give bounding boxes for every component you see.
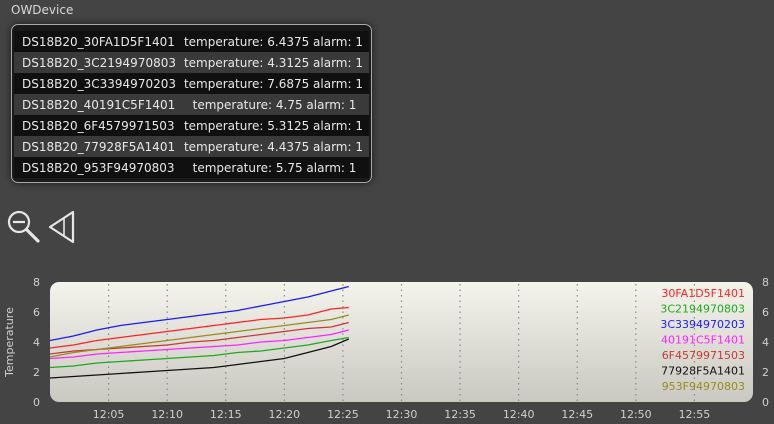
y2-tick-label: 8 — [762, 276, 769, 289]
x-tick-label: 12:05 — [93, 408, 125, 421]
temperature-chart[interactable]: 12:05 12:10 12:15 12:20 12:25 12:30 12:35 12:40… — [0, 270, 774, 424]
chart-svg[interactable]: 12:05 12:10 12:15 12:20 12:25 12:30 12:35 12:40… — [0, 270, 774, 424]
device-row[interactable]: DS18B20_3C2194970803 temperature: 4.3125… — [14, 52, 369, 73]
x-tick-label: 12:55 — [679, 408, 711, 421]
x-tick-label: 12:25 — [327, 408, 359, 421]
device-row[interactable]: DS18B20_953F94970803 temperature: 5.75 a… — [14, 157, 369, 178]
device-row[interactable]: DS18B20_40191C5F1401 temperature: 4.75 a… — [14, 94, 369, 115]
device-name[interactable]: DS18B20_30FA1D5F1401 — [14, 35, 184, 49]
x-tick-label: 12:30 — [386, 408, 418, 421]
device-state: temperature: 6.4375 alarm: 1 — [183, 34, 363, 49]
device-row[interactable]: DS18B20_77928F5A1401 temperature: 4.4375… — [14, 136, 369, 157]
y2-tick-label: 2 — [762, 366, 769, 379]
device-name[interactable]: DS18B20_6F4579971503 — [14, 119, 184, 133]
x-tick-label: 12:20 — [268, 408, 300, 421]
device-state: temperature: 4.75 alarm: 1 — [192, 97, 357, 112]
legend-item: 6F4579971503 — [662, 349, 745, 362]
device-state: temperature: 5.3125 alarm: 1 — [183, 118, 363, 133]
y2-tick-label: 0 — [762, 396, 769, 409]
device-name[interactable]: DS18B20_3C2194970803 — [14, 56, 184, 70]
x-tick-label: 12:15 — [210, 408, 242, 421]
y2-tick-label: 6 — [762, 306, 769, 319]
device-name[interactable]: DS18B20_40191C5F1401 — [14, 98, 186, 112]
y-tick-label: 2 — [33, 366, 40, 379]
zoom-out-icon[interactable] — [6, 209, 42, 245]
x-tick-label: 12:50 — [620, 408, 652, 421]
back-triangle-icon[interactable] — [46, 209, 80, 245]
device-row[interactable]: DS18B20_30FA1D5F1401 temperature: 6.4375… — [14, 31, 369, 52]
y-tick-label: 6 — [33, 306, 40, 319]
legend-item: 40191C5F1401 — [661, 334, 745, 347]
x-tick-label: 12:10 — [151, 408, 183, 421]
legend-item: 953F94970803 — [662, 380, 745, 393]
device-row[interactable]: DS18B20_6F4579971503 temperature: 5.3125… — [14, 115, 369, 136]
y-axis-label: Temperature — [3, 307, 16, 378]
device-state: temperature: 4.3125 alarm: 1 — [183, 55, 363, 70]
y-tick-label: 0 — [33, 396, 40, 409]
x-tick-label: 12:35 — [444, 408, 476, 421]
y-tick-label: 4 — [33, 336, 40, 349]
legend-item: 77928F5A1401 — [661, 365, 745, 378]
device-state: temperature: 5.75 alarm: 1 — [192, 160, 357, 175]
device-list: DS18B20_30FA1D5F1401 temperature: 6.4375… — [11, 24, 372, 183]
device-name[interactable]: DS18B20_3C3394970203 — [14, 77, 184, 91]
legend-item: 30FA1D5F1401 — [661, 287, 745, 300]
device-name[interactable]: DS18B20_953F94970803 — [14, 161, 186, 175]
x-tick-label: 12:40 — [503, 408, 535, 421]
legend-item: 3C3394970203 — [660, 318, 745, 331]
page: OWDevice DS18B20_30FA1D5F1401 temperatur… — [0, 0, 774, 424]
y-tick-label: 8 — [33, 276, 40, 289]
x-tick-label: 12:45 — [561, 408, 593, 421]
legend-item: 3C2194970803 — [660, 303, 745, 316]
section-title: OWDevice — [11, 3, 74, 17]
device-row[interactable]: DS18B20_3C3394970203 temperature: 7.6875… — [14, 73, 369, 94]
device-state: temperature: 4.4375 alarm: 1 — [183, 139, 363, 154]
device-name[interactable]: DS18B20_77928F5A1401 — [14, 140, 184, 154]
y2-tick-label: 4 — [762, 336, 769, 349]
device-state: temperature: 7.6875 alarm: 1 — [183, 76, 363, 91]
